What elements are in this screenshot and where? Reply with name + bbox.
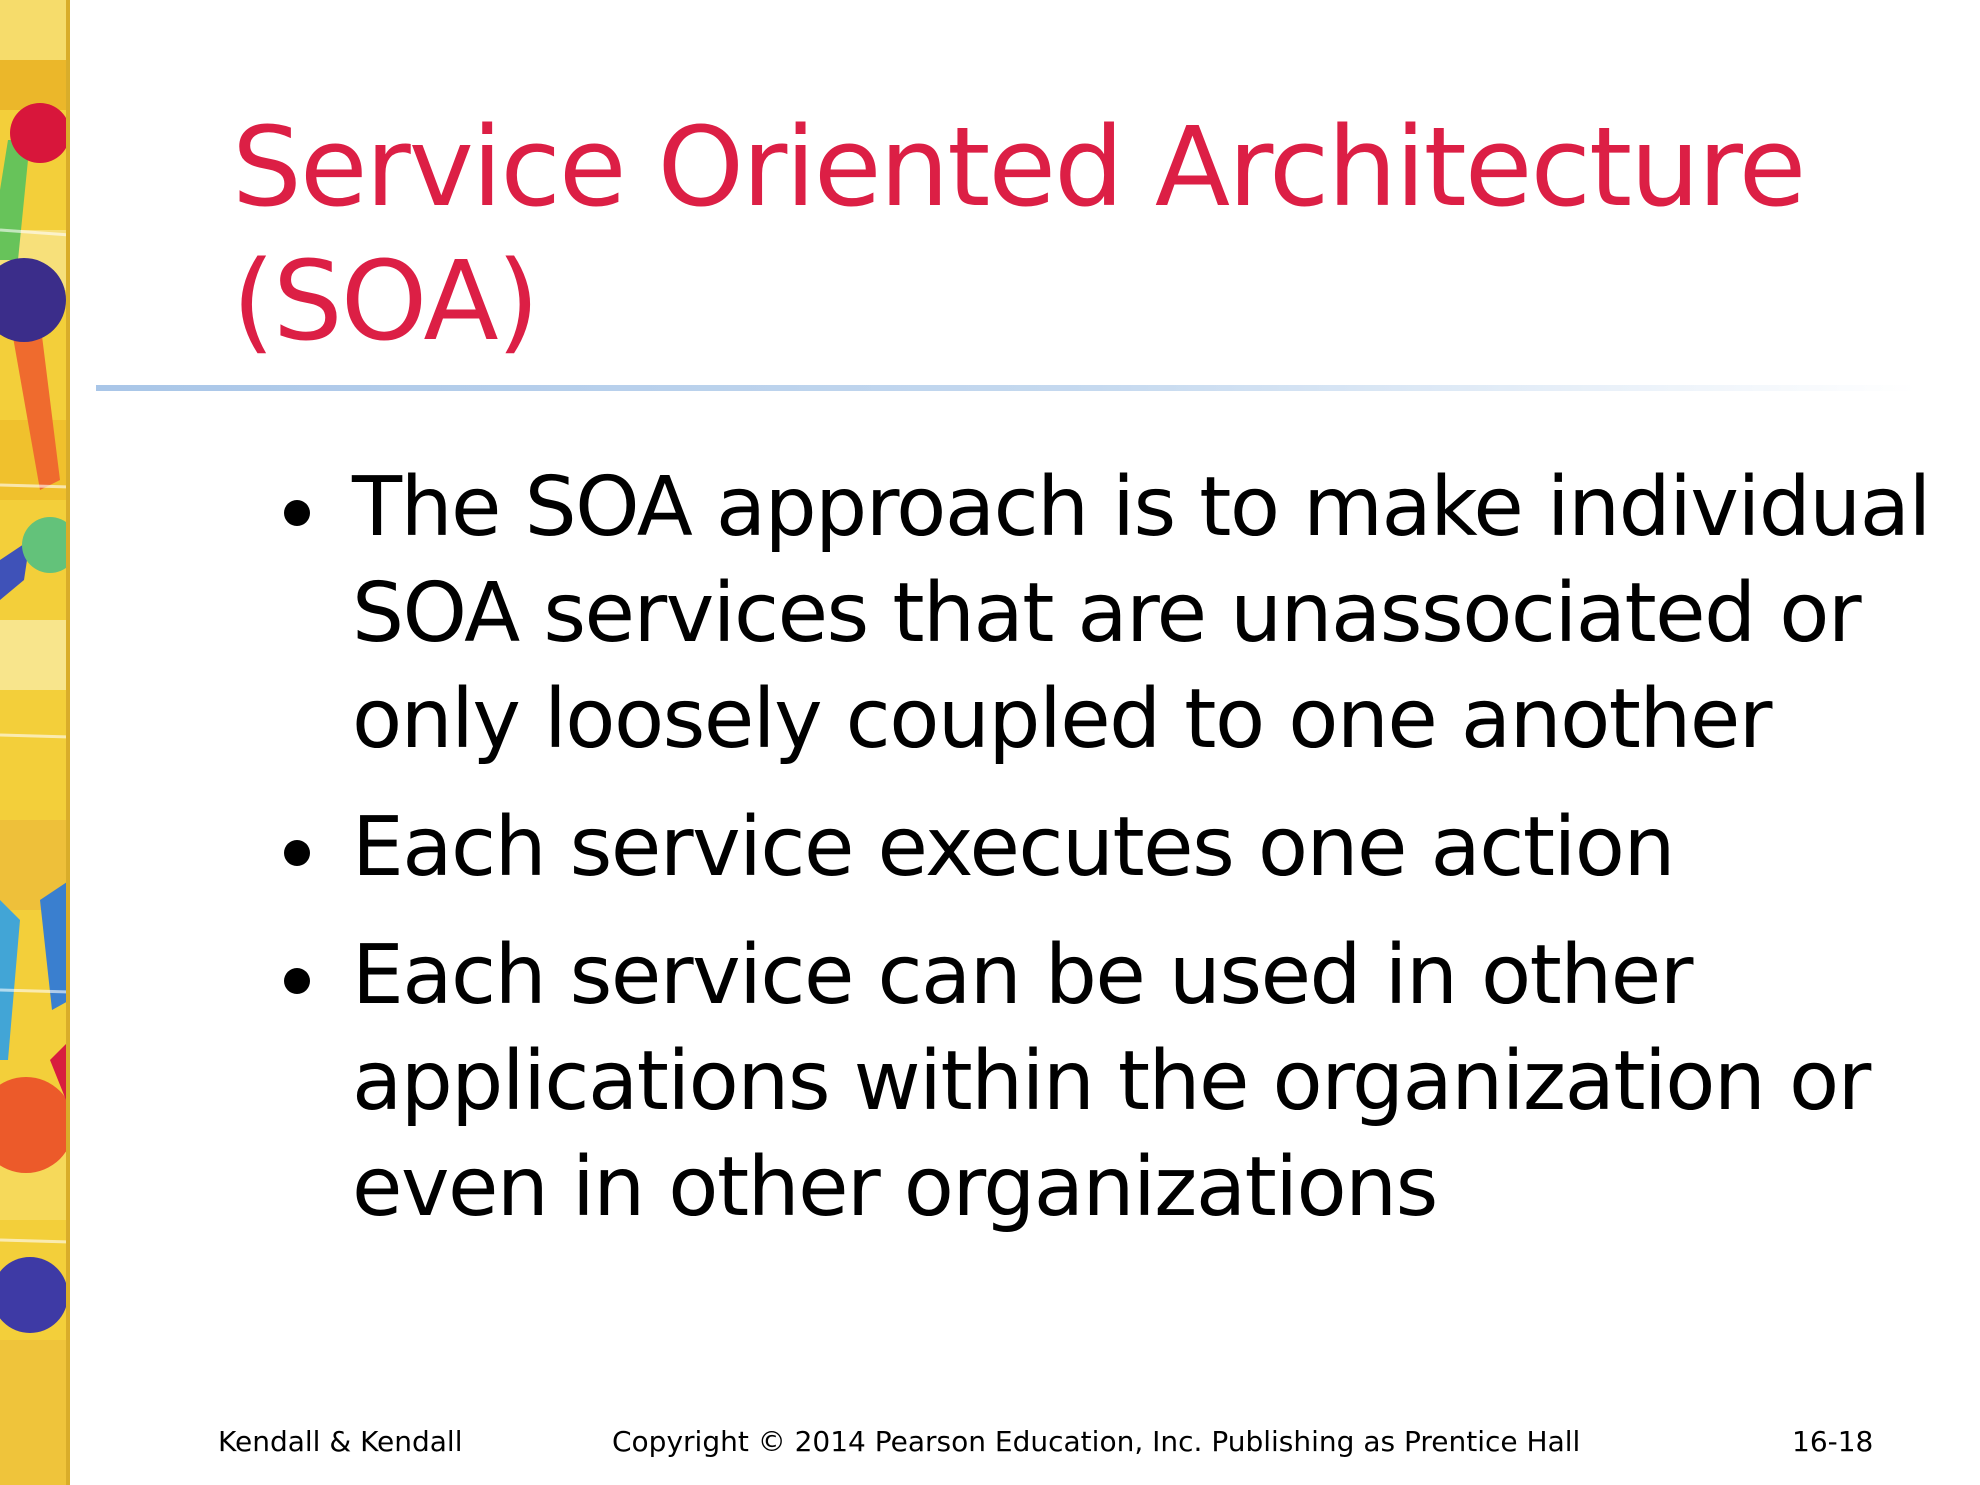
bullet-item-2: Each service executes one action	[272, 795, 1952, 901]
footer-copyright: Copyright © 2014 Pearson Education, Inc.…	[612, 1425, 1581, 1458]
bullet-dot-icon	[284, 968, 310, 994]
slide-title: Service Oriented Architecture (SOA)	[232, 100, 1882, 368]
bullet-text-line: The SOA approach is to make individual	[352, 460, 1931, 555]
bullet-dot-icon	[284, 500, 310, 526]
bullet-list: The SOA approach is to make individual S…	[272, 455, 1952, 1263]
bullet-item-3: Each service can be used in other applic…	[272, 923, 1952, 1241]
bullet-text-line: only loosely coupled to one another	[352, 672, 1773, 767]
title-line-1: Service Oriented Architecture	[232, 103, 1806, 231]
bullet-text-line: Each service can be used in other	[352, 928, 1693, 1023]
bullet-item-1: The SOA approach is to make individual S…	[272, 455, 1952, 773]
mosaic-art-icon	[0, 0, 70, 1485]
title-divider	[96, 385, 1916, 391]
footer-slide-number: 16-18	[1792, 1425, 1874, 1458]
bullet-text-line: Each service executes one action	[352, 800, 1675, 895]
bullet-text-line: SOA services that are unassociated or	[352, 566, 1862, 661]
title-line-2: (SOA)	[232, 237, 540, 365]
footer-authors: Kendall & Kendall	[218, 1425, 463, 1458]
bullet-dot-icon	[284, 840, 310, 866]
bullet-text-line: applications within the organization or	[352, 1034, 1871, 1129]
slide: Service Oriented Architecture (SOA) The …	[0, 0, 1980, 1485]
bullet-text-line: even in other organizations	[352, 1140, 1438, 1235]
decorative-side-strip	[0, 0, 70, 1485]
